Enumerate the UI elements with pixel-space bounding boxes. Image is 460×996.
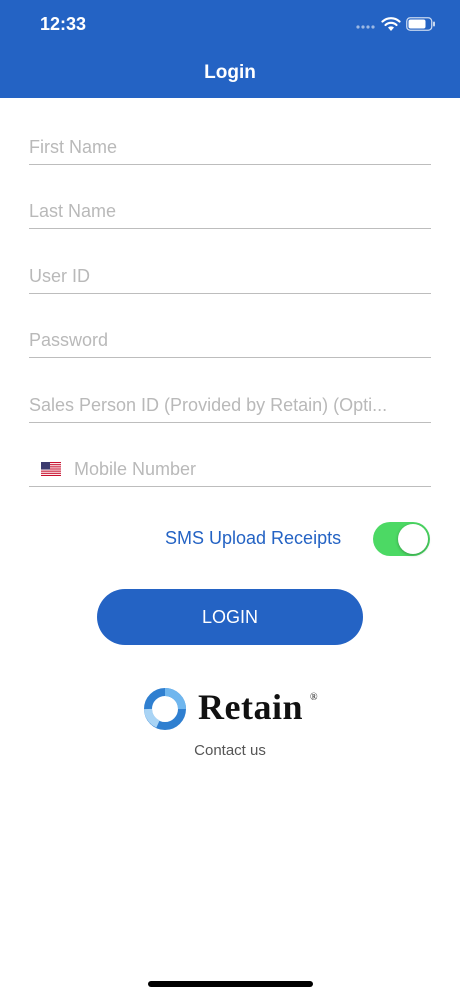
sales-person-id-field[interactable] — [29, 387, 431, 423]
password-field[interactable] — [29, 322, 431, 358]
sms-upload-receipts-label: SMS Upload Receipts — [165, 528, 342, 548]
first-name-input[interactable] — [29, 137, 431, 158]
mobile-number-input[interactable] — [74, 459, 429, 480]
retain-wordmark: Retain — [198, 687, 303, 727]
login-button[interactable]: LOGIN — [97, 589, 363, 645]
page-title: Login — [204, 62, 256, 83]
toggle-knob — [398, 524, 428, 554]
sales-person-id-input[interactable] — [29, 395, 431, 416]
sms-upload-receipts-toggle[interactable] — [373, 522, 430, 556]
wifi-icon — [381, 17, 401, 31]
retain-logo-mark-icon — [144, 688, 186, 730]
contact-us-link[interactable]: Contact us — [0, 742, 460, 759]
user-id-field[interactable] — [29, 258, 431, 294]
us-flag-icon[interactable] — [41, 462, 61, 476]
user-id-input[interactable] — [29, 266, 431, 287]
last-name-field[interactable] — [29, 193, 431, 229]
home-indicator[interactable] — [148, 981, 313, 987]
password-input[interactable] — [29, 330, 431, 351]
last-name-input[interactable] — [29, 201, 431, 222]
registered-mark: ® — [310, 692, 318, 703]
status-bar: 12:33 — [0, 0, 460, 50]
first-name-field[interactable] — [29, 129, 431, 165]
retain-logo: Retain ® — [142, 686, 322, 732]
cellular-signal-icon — [356, 25, 375, 29]
battery-icon — [406, 17, 435, 31]
status-time: 12:33 — [40, 14, 87, 34]
mobile-number-field[interactable] — [29, 451, 431, 487]
header-bar: 12:33 Login — [0, 0, 460, 98]
